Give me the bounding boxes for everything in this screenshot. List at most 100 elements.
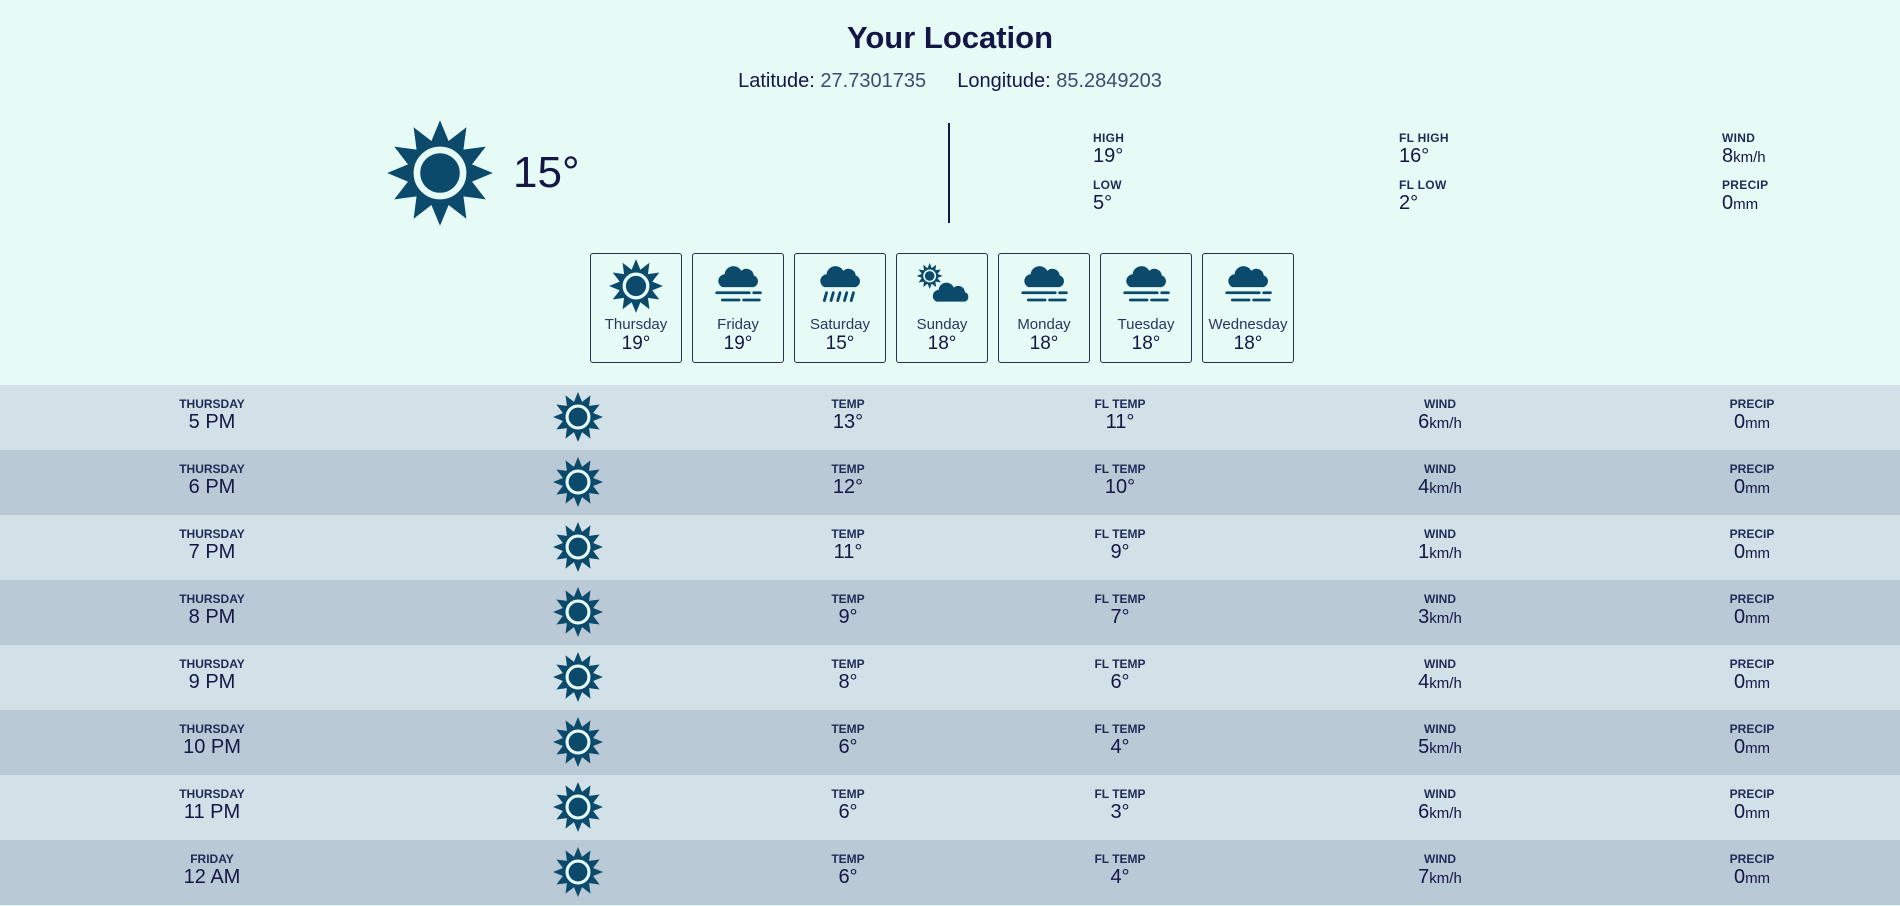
- fl-temp: FL TEMP 4°: [1040, 852, 1200, 888]
- temp: TEMP 11°: [768, 527, 928, 563]
- sun-icon: [551, 390, 605, 444]
- precip-value: 0mm: [1733, 671, 1771, 693]
- temp-label: TEMP: [831, 592, 865, 606]
- hour-value: 10 PM: [183, 736, 241, 758]
- day-card-monday[interactable]: Monday 18°: [998, 253, 1090, 363]
- fog-icon: [710, 258, 766, 310]
- wind-value: 7km/h: [1418, 866, 1462, 888]
- wind-label: WIND: [1424, 657, 1456, 671]
- fl-temp: FL TEMP 4°: [1040, 722, 1200, 758]
- wind-label: WIND: [1424, 852, 1456, 866]
- fl-temp-value: 3°: [1110, 801, 1130, 823]
- wind: WIND 3km/h: [1360, 592, 1520, 630]
- fl-temp-label: FL TEMP: [1094, 592, 1146, 606]
- day-name: Wednesday: [1208, 316, 1288, 333]
- sun-icon: [551, 520, 605, 574]
- fl-temp-value: 4°: [1110, 866, 1130, 888]
- sun-icon: [551, 845, 605, 899]
- day-card-tuesday[interactable]: Tuesday 18°: [1100, 253, 1192, 363]
- sun-icon: [551, 585, 605, 639]
- fl-temp-label: FL TEMP: [1094, 397, 1146, 411]
- temp: TEMP 6°: [768, 787, 928, 823]
- precip: PRECIP 0mm: [1672, 722, 1832, 760]
- temp: TEMP 9°: [768, 592, 928, 628]
- day-card-thursday[interactable]: Thursday 19°: [590, 253, 682, 363]
- wind-label: WIND: [1424, 527, 1456, 541]
- hourly-row: THURSDAY 5 PM TEMP 13° FL TEMP 11° WIND 6km/h PR…: [0, 385, 1900, 450]
- fl-temp-label: FL TEMP: [1094, 722, 1146, 736]
- temp: TEMP 6°: [768, 852, 928, 888]
- hourly-row: THURSDAY 10 PM TEMP 6° FL TEMP 4° WIND 5km/h PRE…: [0, 710, 1900, 775]
- temp: TEMP 8°: [768, 657, 928, 693]
- day-card-sunday[interactable]: Sunday 18°: [896, 253, 988, 363]
- precip: PRECIP 0mm: [1672, 397, 1832, 435]
- temp-value: 8°: [838, 671, 858, 693]
- day-card-friday[interactable]: Friday 19°: [692, 253, 784, 363]
- day-card-wednesday[interactable]: Wednesday 18°: [1202, 253, 1294, 363]
- longitude-label: Longitude:: [957, 70, 1051, 92]
- rain-icon: [812, 258, 868, 310]
- temp-label: TEMP: [831, 722, 865, 736]
- precip-value: 0mm: [1733, 541, 1771, 563]
- day-name: Friday: [717, 316, 759, 333]
- partly-cloudy-icon: [914, 258, 970, 310]
- fog-icon: [1220, 258, 1276, 310]
- hour-label: THURSDAY: [179, 787, 245, 801]
- hour: FRIDAY 12 AM: [132, 852, 292, 888]
- day-name: Thursday: [604, 316, 668, 333]
- day-temp: 18°: [1131, 333, 1161, 354]
- precip-label: PRECIP: [1729, 397, 1775, 411]
- fl-high-stat: FL HIGH 16°: [1399, 131, 1449, 167]
- precip-label: PRECIP: [1729, 722, 1775, 736]
- temp-label: TEMP: [831, 657, 865, 671]
- temp-value: 9°: [838, 606, 858, 628]
- current-conditions: 15°: [385, 118, 580, 228]
- temp-value: 13°: [832, 411, 864, 433]
- hour: THURSDAY 9 PM: [132, 657, 292, 693]
- wind-value: 6km/h: [1418, 411, 1462, 433]
- precip: PRECIP 0mm: [1672, 657, 1832, 695]
- hour-value: 9 PM: [188, 671, 236, 693]
- hour: THURSDAY 8 PM: [132, 592, 292, 628]
- hour: THURSDAY 10 PM: [132, 722, 292, 758]
- fl-temp-label: FL TEMP: [1094, 657, 1146, 671]
- day-temp: 19°: [621, 333, 651, 354]
- fl-temp-label: FL TEMP: [1094, 462, 1146, 476]
- fl-temp-value: 7°: [1110, 606, 1130, 628]
- wind-value: 4km/h: [1418, 476, 1462, 498]
- wind-label: WIND: [1424, 787, 1456, 801]
- daily-forecast: Thursday 19° Friday 19° Saturday 15° Sunday 18°…: [590, 253, 1294, 363]
- precip-label: PRECIP: [1729, 527, 1775, 541]
- hour-label: THURSDAY: [179, 722, 245, 736]
- hour-label: THURSDAY: [179, 462, 245, 476]
- fl-low-label: FL LOW: [1399, 178, 1447, 192]
- fl-temp-value: 11°: [1105, 411, 1135, 433]
- fl-temp: FL TEMP 9°: [1040, 527, 1200, 563]
- day-temp: 19°: [723, 333, 753, 354]
- hour-value: 7 PM: [188, 541, 236, 563]
- day-card-saturday[interactable]: Saturday 15°: [794, 253, 886, 363]
- fl-temp-value: 4°: [1110, 736, 1130, 758]
- wind-value: 8km/h: [1722, 145, 1766, 167]
- sun-icon: [385, 118, 495, 228]
- hour-value: 8 PM: [188, 606, 236, 628]
- hour-label: FRIDAY: [190, 852, 234, 866]
- hour-label: THURSDAY: [179, 397, 245, 411]
- wind-value: 3km/h: [1418, 606, 1462, 628]
- longitude-value: 85.2849203: [1056, 70, 1162, 92]
- hour-label: THURSDAY: [179, 592, 245, 606]
- sun-icon: [551, 780, 605, 834]
- fl-high-value: 16°: [1399, 145, 1430, 167]
- temp-value: 6°: [838, 736, 858, 758]
- temp-value: 6°: [838, 801, 858, 823]
- precip: PRECIP 0mm: [1672, 592, 1832, 630]
- latitude-label: Latitude:: [738, 70, 815, 92]
- precip-label: PRECIP: [1722, 178, 1769, 192]
- day-temp: 18°: [1233, 333, 1263, 354]
- sun-icon: [607, 257, 665, 315]
- precip-label: PRECIP: [1729, 592, 1775, 606]
- high-stat: HIGH 19°: [1093, 131, 1124, 167]
- location-title: Your Location: [846, 20, 1054, 55]
- wind-value: 5km/h: [1418, 736, 1462, 758]
- temp-value: 12°: [832, 476, 864, 498]
